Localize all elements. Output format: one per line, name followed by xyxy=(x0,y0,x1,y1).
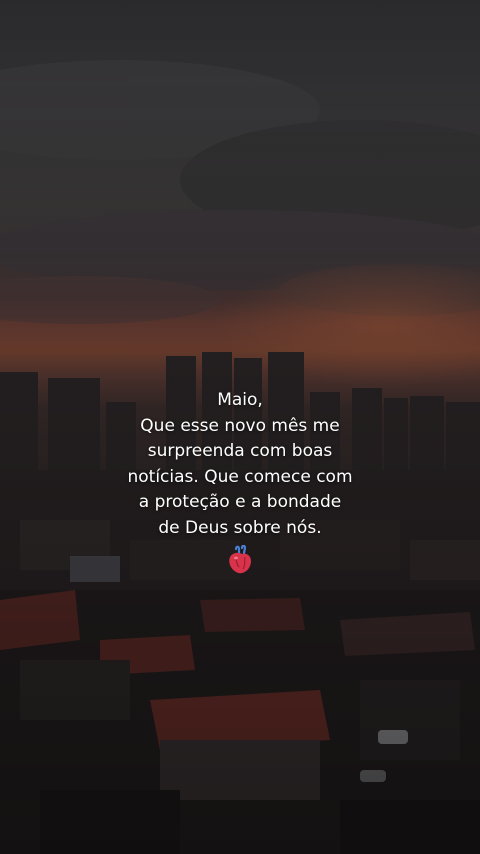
story-canvas[interactable]: Maio, Que esse novo mês me surpreenda co… xyxy=(0,0,480,854)
caption-line: Que esse novo mês me xyxy=(140,415,340,436)
caption-line: Maio, xyxy=(217,390,263,410)
caption-line: surpreenda com boas xyxy=(147,441,333,461)
caption-line: notícias. Que comece com xyxy=(127,466,353,487)
story-caption: Maio, Que esse novo mês me surpreenda co… xyxy=(40,388,440,575)
caption-line: de Deus sobre nós. xyxy=(158,517,322,538)
caption-line: a proteção e a bondade xyxy=(138,492,342,512)
anatomical-heart-icon xyxy=(229,545,251,574)
